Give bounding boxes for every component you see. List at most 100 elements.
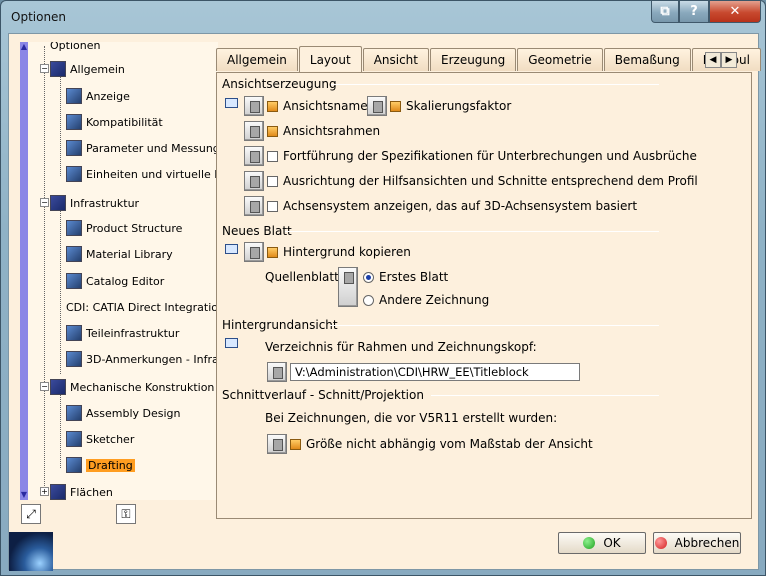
tab-scroll-controls: ◀ ▶ xyxy=(705,52,737,68)
tree-scrollbar[interactable]: ▲ ▼ xyxy=(20,42,28,500)
tree-item-material-library[interactable]: Material Library xyxy=(66,245,173,263)
help-button[interactable]: ? xyxy=(679,1,709,23)
tree-guide-line xyxy=(60,210,61,374)
tab-layout[interactable]: Layout xyxy=(298,46,362,72)
source-sheet-label: Quellenblatt: xyxy=(265,270,343,284)
lock-view-frame-icon[interactable] xyxy=(244,121,264,141)
first-sheet-radio[interactable] xyxy=(363,272,374,283)
tab-erzeugung[interactable]: Erzeugung xyxy=(430,48,517,71)
tree-guide-line xyxy=(60,76,61,176)
lock-scale-independent-icon[interactable] xyxy=(267,434,287,454)
tab-allgemein[interactable]: Allgemein xyxy=(216,48,298,71)
tree-item-label: Anzeige xyxy=(86,89,130,103)
collapse-icon[interactable]: − xyxy=(40,64,49,73)
tree-item-mechanische-konstruktion[interactable]: Mechanische Konstruktion xyxy=(50,378,214,396)
tree-item-assembly-design[interactable]: Assembly Design xyxy=(66,404,181,422)
section-title-view-creation: Ansichtserzeugung xyxy=(222,77,337,91)
tab-bar: Allgemein Layout Ansicht Erzeugung Geome… xyxy=(216,46,762,72)
material-library-icon xyxy=(66,246,82,262)
lock-options-icon[interactable]: ⚿ xyxy=(116,504,136,524)
tree-item-catalog-editor[interactable]: Catalog Editor xyxy=(66,272,164,290)
scroll-down-icon[interactable]: ▼ xyxy=(20,490,28,500)
lock-axis-system-icon[interactable] xyxy=(244,196,264,216)
tree-item-label: Assembly Design xyxy=(86,406,181,420)
scale-factor-checkbox[interactable] xyxy=(390,101,401,112)
dialog-client-area: ▲ ▼ Optionen − Allgemein Anzeige Kompati… xyxy=(8,33,762,571)
options-tree: ▲ ▼ Optionen − Allgemein Anzeige Kompati… xyxy=(20,42,218,500)
section-divider xyxy=(285,231,659,232)
tree-item-allgemein[interactable]: Allgemein xyxy=(50,60,125,78)
lock-copy-background-icon[interactable] xyxy=(244,242,264,262)
scroll-up-icon[interactable]: ▲ xyxy=(20,42,28,52)
section-divider xyxy=(330,325,659,326)
tree-item-label: Flächen xyxy=(70,485,113,499)
close-button[interactable]: ✕ xyxy=(709,1,761,23)
expand-icon[interactable]: + xyxy=(40,487,49,496)
compatibility-icon xyxy=(66,114,82,130)
lock-directory-icon[interactable] xyxy=(267,362,287,382)
view-frame-label: Ansichtsrahmen xyxy=(283,124,381,138)
restore-button[interactable]: ⧉ xyxy=(651,1,679,23)
tree-item-sketcher[interactable]: Sketcher xyxy=(66,430,134,448)
tree-item-kompatibilitaet[interactable]: Kompatibilität xyxy=(66,113,163,131)
window-title: Optionen xyxy=(11,10,67,24)
axis-system-checkbox[interactable] xyxy=(267,201,278,212)
units-icon xyxy=(66,166,82,182)
sketcher-icon xyxy=(66,431,82,447)
directory-input[interactable]: V:\Administration\CDI\HRW_EE\Titleblock xyxy=(290,363,580,381)
collapse-icon[interactable]: − xyxy=(40,198,49,207)
tree-item-drafting[interactable]: Drafting xyxy=(66,456,135,474)
tree-item-label: Kompatibilität xyxy=(86,115,163,129)
new-sheet-icon xyxy=(225,244,238,254)
lock-scale-factor-icon[interactable] xyxy=(367,96,387,116)
scale-independent-checkbox[interactable] xyxy=(290,439,301,450)
tab-scroll-right-icon[interactable]: ▶ xyxy=(721,52,737,68)
view-name-checkbox[interactable] xyxy=(267,101,278,112)
tab-geometrie[interactable]: Geometrie xyxy=(517,48,603,71)
ok-button[interactable]: OK xyxy=(558,532,646,554)
tab-ansicht[interactable]: Ansicht xyxy=(362,48,429,71)
lock-continuation-icon[interactable] xyxy=(244,146,264,166)
alignment-label: Ausrichtung der Hilfsansichten und Schni… xyxy=(283,174,698,188)
options-dialog: Optionen ⧉ ? ✕ ▲ ▼ Optionen − Allgemein xyxy=(0,0,766,576)
alignment-checkbox[interactable] xyxy=(267,176,278,187)
tree-item-flaechen[interactable]: Flächen xyxy=(50,483,113,500)
tab-scroll-left-icon[interactable]: ◀ xyxy=(705,52,721,68)
section-title-new-sheet: Neues Blatt xyxy=(222,224,292,238)
part-infrastructure-icon xyxy=(66,325,82,341)
drafting-icon xyxy=(66,457,82,473)
product-structure-icon xyxy=(66,220,82,236)
tree-item-label: Infrastruktur xyxy=(70,196,140,210)
tree-item-infrastruktur[interactable]: Infrastruktur xyxy=(50,194,139,212)
reset-options-icon[interactable]: ⤢ xyxy=(21,504,41,524)
lock-source-sheet-icon[interactable] xyxy=(338,267,358,307)
tree-item-teileinfrastruktur[interactable]: Teileinfrastruktur xyxy=(66,324,179,342)
tree-item-parameter[interactable]: Parameter und Messungen xyxy=(66,139,218,157)
tree-item-product-structure[interactable]: Product Structure xyxy=(66,219,182,237)
tree-item-3d-anmerkungen[interactable]: 3D-Anmerkungen - Infra: xyxy=(66,350,218,368)
tree-item-einheiten[interactable]: Einheiten und virtuelle Re xyxy=(66,165,218,183)
tree-item-label: Product Structure xyxy=(86,221,183,235)
cancel-button[interactable]: Abbrechen xyxy=(653,532,741,554)
tree-item-root[interactable]: Optionen xyxy=(50,42,100,54)
lock-view-name-icon[interactable] xyxy=(244,96,264,116)
tab-bemassung[interactable]: Bemaßung xyxy=(603,48,691,71)
tree-item-label: 3D-Anmerkungen - Infra: xyxy=(86,352,218,366)
continuation-checkbox[interactable] xyxy=(267,151,278,162)
directory-label: Verzeichnis für Rahmen und Zeichnungskop… xyxy=(265,340,537,354)
tree-item-label: Catalog Editor xyxy=(86,274,165,288)
lock-alignment-icon[interactable] xyxy=(244,171,264,191)
globe-logo-icon xyxy=(9,532,53,571)
tree-item-anzeige[interactable]: Anzeige xyxy=(66,87,130,105)
scale-factor-label: Skalierungsfaktor xyxy=(406,99,512,113)
view-frame-checkbox[interactable] xyxy=(267,126,278,137)
tree-item-cdi[interactable]: CDI: CATIA Direct Integration xyxy=(66,298,218,316)
first-sheet-label: Erstes Blatt xyxy=(379,270,449,284)
scale-independent-label: Größe nicht abhängig vom Maßstab der Ans… xyxy=(306,437,593,451)
continuation-label: Fortführung der Spezifikationen für Unte… xyxy=(283,149,697,163)
other-drawing-radio[interactable] xyxy=(363,295,374,306)
copy-background-checkbox[interactable] xyxy=(267,247,278,258)
cancel-button-label: Abbrechen xyxy=(674,536,740,550)
catalog-editor-icon xyxy=(66,273,82,289)
collapse-icon[interactable]: − xyxy=(40,382,49,391)
